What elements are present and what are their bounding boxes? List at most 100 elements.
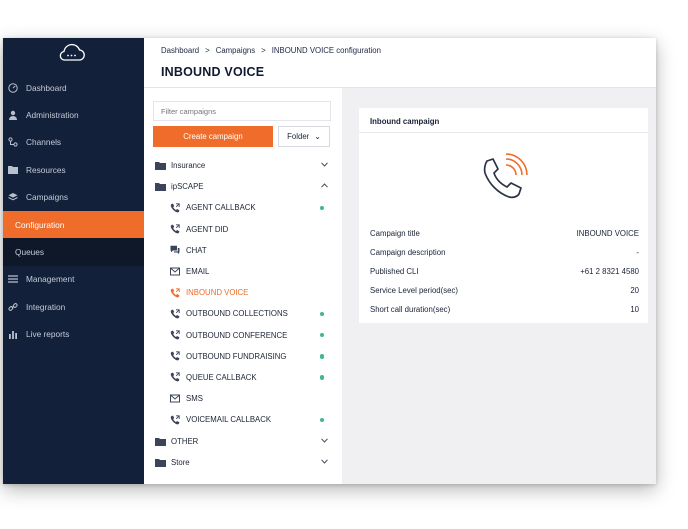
tree-item-label: EMAIL: [186, 267, 210, 277]
detail-value: -: [636, 248, 639, 257]
detail-label: Service Level period(sec): [370, 286, 458, 295]
chevron-down-icon[interactable]: [321, 437, 328, 445]
cloud-logo-icon[interactable]: [56, 41, 86, 63]
detail-value: 10: [630, 305, 639, 314]
sidebar-item-campaigns[interactable]: Campaigns: [3, 184, 144, 211]
tree-item-label: AGENT CALLBACK: [186, 203, 256, 213]
phone-out-icon: [169, 288, 181, 298]
sidebar-item-label: Campaigns: [26, 192, 68, 203]
campaign-item-agent-callback[interactable]: AGENT CALLBACK: [144, 197, 342, 218]
campaigns-panel: Create campaign Folder ⌄ Insurance ipSCAP…: [144, 88, 342, 484]
folder-icon: [6, 163, 20, 177]
card-heading: Inbound campaign: [359, 108, 648, 133]
phone-out-icon: [169, 415, 181, 425]
status-dot: [319, 417, 324, 423]
detail-row-title: Campaign title INBOUND VOICE: [370, 224, 639, 243]
sidebar-item-dashboard[interactable]: Dashboard: [3, 74, 144, 101]
sidebar-item-configuration[interactable]: Configuration: [3, 210, 144, 239]
chevron-down-icon: ⌄: [314, 132, 321, 141]
person-icon: [6, 108, 20, 122]
sidebar: Dashboard Administration Channels Resour…: [3, 38, 144, 484]
status-dot: [319, 375, 324, 380]
campaign-item-outbound-fundraising[interactable]: OUTBOUND FUNDRAISING: [144, 346, 342, 367]
sidebar-item-label: Resources: [26, 164, 66, 175]
folder-icon: [154, 161, 166, 171]
campaign-item-sms[interactable]: SMS: [144, 388, 342, 409]
sidebar-item-management[interactable]: Management: [3, 266, 144, 293]
chevron-up-icon[interactable]: [321, 183, 328, 190]
status-dot: [319, 332, 324, 338]
folder-other[interactable]: OTHER: [144, 430, 342, 451]
phone-out-icon: [169, 330, 181, 340]
status-dot: [319, 205, 324, 211]
detail-value: +61 2 8321 4580: [580, 267, 639, 276]
folder-icon: [154, 182, 166, 192]
chevron-down-icon[interactable]: [321, 459, 328, 466]
phone-ringing-icon: [483, 153, 528, 199]
gauge-icon: [6, 81, 20, 95]
detail-label: Campaign description: [370, 248, 446, 257]
sidebar-item-label: Channels: [26, 137, 62, 148]
page-header: Dashboard > Campaigns > INBOUND VOICE co…: [144, 38, 656, 88]
sidebar-item-channels[interactable]: Channels: [3, 129, 144, 156]
layers-icon: [6, 190, 20, 204]
folder-ipscape[interactable]: ipSCAPE: [144, 176, 342, 197]
sidebar-item-label: Dashboard: [26, 82, 67, 93]
breadcrumb-dashboard[interactable]: Dashboard: [161, 46, 199, 55]
sidebar-item-label: Management: [26, 274, 75, 285]
tree-item-label: QUEUE CALLBACK: [186, 372, 257, 382]
folder-insurance[interactable]: Insurance: [144, 155, 342, 176]
sidebar-nav: Dashboard Administration Channels Resour…: [3, 74, 144, 348]
campaign-item-email[interactable]: EMAIL: [144, 261, 342, 282]
tree-item-label: AGENT DID: [186, 224, 229, 234]
sidebar-item-live-reports[interactable]: Live reports: [3, 321, 144, 348]
detail-row-service-level: Service Level period(sec) 20: [370, 281, 639, 300]
campaign-item-inbound-voice[interactable]: INBOUND VOICE: [144, 282, 342, 303]
phone-out-icon: [169, 203, 181, 213]
link-icon: [6, 300, 20, 314]
tree-item-label: OTHER: [171, 436, 199, 446]
create-campaign-button[interactable]: Create campaign: [153, 126, 273, 147]
folder-dropdown[interactable]: Folder ⌄: [278, 126, 330, 147]
phone-out-icon: [169, 372, 181, 382]
sidebar-item-queues[interactable]: Queues: [3, 238, 144, 266]
tree-item-label: OUTBOUND FUNDRAISING: [186, 351, 287, 361]
campaign-item-outbound-conference[interactable]: OUTBOUND CONFERENCE: [144, 325, 342, 346]
detail-value: 20: [630, 286, 639, 295]
detail-label: Campaign title: [370, 229, 420, 238]
tree-item-label: VOICEMAIL CALLBACK: [186, 415, 272, 425]
campaign-item-queue-callback[interactable]: QUEUE CALLBACK: [144, 367, 342, 388]
sidebar-item-label: Live reports: [26, 329, 70, 340]
folder-store[interactable]: Store: [144, 452, 342, 473]
detail-value: INBOUND VOICE: [576, 229, 639, 238]
sidebar-item-integration[interactable]: Integration: [3, 293, 144, 320]
sidebar-item-label: Queues: [15, 247, 45, 258]
detail-row-short-call: Short call duration(sec) 10: [370, 300, 639, 319]
phone-out-icon: [169, 309, 181, 319]
chat-icon: [169, 245, 181, 255]
breadcrumb-campaigns[interactable]: Campaigns: [216, 46, 255, 55]
chevron-down-icon[interactable]: [321, 162, 328, 169]
tree-item-label: Insurance: [171, 161, 206, 171]
sidebar-item-administration[interactable]: Administration: [3, 101, 144, 128]
phone-out-icon: [169, 224, 181, 234]
tree-item-label: INBOUND VOICE: [186, 288, 249, 298]
folder-icon: [154, 458, 166, 467]
folder-icon: [154, 437, 166, 446]
campaign-item-agent-did[interactable]: AGENT DID: [144, 219, 342, 240]
filter-campaigns-input[interactable]: [153, 101, 331, 121]
campaign-item-chat[interactable]: CHAT: [144, 240, 342, 261]
phone-out-icon: [169, 351, 181, 361]
channels-icon: [6, 135, 20, 149]
sidebar-item-resources[interactable]: Resources: [3, 156, 144, 183]
detail-label: Short call duration(sec): [370, 305, 451, 314]
campaign-item-voicemail-callback[interactable]: VOICEMAIL CALLBACK: [144, 409, 342, 430]
detail-label: Published CLI: [370, 267, 419, 276]
breadcrumb-current: INBOUND VOICE configuration: [271, 46, 381, 55]
tree-item-label: CHAT: [186, 245, 207, 255]
campaign-item-outbound-collections[interactable]: OUTBOUND COLLECTIONS: [144, 303, 342, 324]
sidebar-item-label: Integration: [26, 301, 66, 312]
detail-row-published-cli: Published CLI +61 2 8321 4580: [370, 262, 639, 281]
tree-item-label: OUTBOUND CONFERENCE: [186, 330, 288, 340]
envelope-icon: [169, 394, 181, 403]
